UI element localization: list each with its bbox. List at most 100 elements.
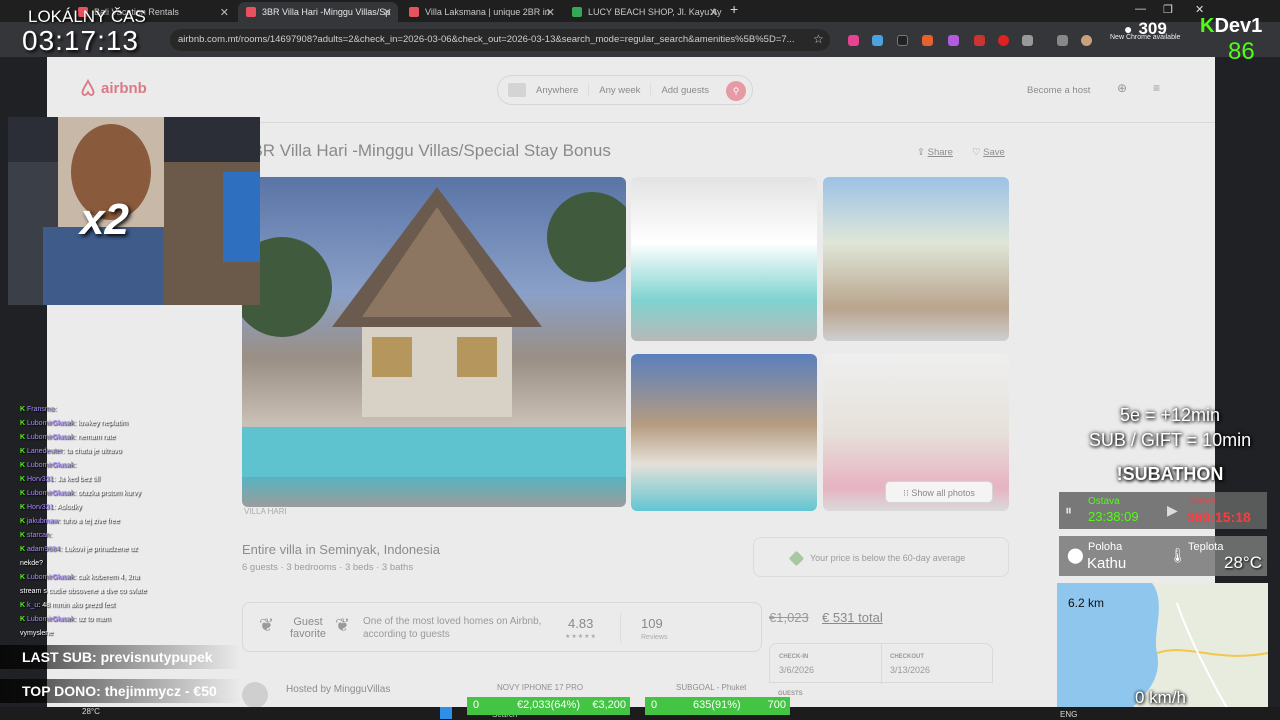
top-dono-name: thejimmycz - €50 (104, 683, 217, 699)
person-icon: ● (1124, 21, 1133, 37)
chat-text: Ja ked bez till (57, 476, 100, 483)
channel-number: 86 (1228, 38, 1255, 65)
chat-badge-icon: K (20, 420, 27, 427)
chat-username: Lanedeuter (27, 448, 63, 455)
tab-villa-laksmana[interactable]: Villa Laksmana | unique 2BR in ✕ (401, 2, 561, 22)
main-listing-photo[interactable] (242, 177, 626, 507)
listing-photo-jeep[interactable] (823, 177, 1009, 341)
search-anywhere[interactable]: Anywhere (526, 85, 588, 96)
extension-icon[interactable] (998, 35, 1009, 46)
hamburger-menu-icon[interactable]: ≡ (1153, 81, 1160, 95)
search-pill[interactable]: Anywhere Any week Add guests ⚲ (497, 75, 753, 105)
share-button[interactable]: ⇪ Share (917, 147, 953, 158)
show-all-photos-button[interactable]: ⁝⁝ Show all photos (885, 481, 993, 503)
dates-picker[interactable]: CHECK-IN 3/6/2026 CHECKOUT 3/13/2026 (769, 643, 993, 684)
subathon-rule-donation: 5e = +12min (1119, 405, 1221, 425)
chat-text: 48 mmin ako prezd fest (42, 602, 115, 609)
total-price[interactable]: € 531 total (822, 610, 883, 625)
goal1-label: NOVY IPHONE 17 PRO (497, 683, 584, 692)
close-tab-icon[interactable]: ✕ (546, 6, 555, 19)
tab-villa-hari[interactable]: 3BR Villa Hari -Minggu Villas/Sp ✕ (238, 2, 398, 22)
url-field[interactable]: airbnb.com.mt/rooms/14697908?adults=2&ch… (170, 29, 830, 51)
windows-start-icon[interactable] (440, 707, 452, 719)
viewer-count: ● 309 (1124, 19, 1167, 39)
goal2-label: SUBGOAL - Phuket (676, 683, 747, 692)
search-any-week[interactable]: Any week (589, 85, 650, 96)
taskbar-language[interactable]: ENG (1060, 710, 1077, 719)
checkout-value: 3/13/2026 (890, 665, 931, 675)
extension-icon[interactable] (974, 35, 985, 46)
globe-icon[interactable]: ⊕ (1117, 81, 1127, 95)
checkin-label: CHECK-IN (779, 654, 809, 660)
profile-avatar[interactable] (1081, 35, 1092, 46)
pause-icon: ⏸ (1065, 502, 1072, 518)
new-tab-button[interactable]: + (730, 1, 738, 17)
hosted-by: Hosted by MingguVillas (286, 684, 391, 695)
home-icon (508, 83, 526, 97)
chat-badge-icon: K (20, 574, 27, 581)
location-value: Kathu (1087, 555, 1127, 572)
listing-photo-villa-exterior[interactable] (631, 354, 817, 511)
elapsed-label: Ideme (1188, 496, 1216, 507)
top-donor-banner: TOP DONO: thejimmycz - €50 (0, 679, 240, 703)
chat-text: Aslodky (56, 504, 82, 511)
laurel-left-icon: ❦ (259, 615, 275, 635)
media-icon[interactable] (1057, 35, 1068, 46)
search-icon: ⚲ (732, 86, 740, 96)
heart-icon: ♡ (972, 147, 984, 158)
airbnb-logo[interactable]: airbnb (79, 79, 147, 97)
search-add-guests[interactable]: Add guests (651, 85, 719, 96)
chat-badge-icon: K (20, 476, 27, 483)
laurel-right-icon: ❦ (335, 615, 351, 635)
minimize-icon[interactable]: — (1135, 3, 1146, 15)
extension-icon[interactable] (897, 35, 908, 46)
villa-roof-illustration (242, 187, 626, 477)
close-tab-icon[interactable]: ✕ (709, 6, 718, 19)
taskbar-weather[interactable]: 28°C (82, 707, 100, 716)
goal1-target: €3,200 (592, 699, 626, 711)
search-button[interactable]: ⚲ (726, 81, 746, 101)
close-tab-icon[interactable]: ✕ (220, 6, 229, 19)
maximize-icon[interactable]: ❐ (1163, 3, 1173, 16)
listing-photo-pool-lounge[interactable] (631, 177, 817, 341)
chat-text: tuho a tej zive free (62, 518, 120, 525)
chat-message: nekde? (20, 557, 230, 571)
chat-message: K LubomirGlusak: uz to mam (20, 616, 111, 623)
close-tab-icon[interactable]: ✕ (383, 6, 392, 19)
become-host-link[interactable]: Become a host (1027, 85, 1090, 96)
tab-lucy-beach[interactable]: LUCY BEACH SHOP, Jl. Kayu Ay ✕ (564, 2, 724, 22)
show-all-photos-label: Show all photos (911, 488, 975, 498)
extensions-puzzle-icon[interactable] (1022, 35, 1033, 46)
chat-badge-icon: K (20, 406, 27, 413)
airbnb-header: airbnb Anywhere Any week Add guests ⚲ Be… (47, 57, 1215, 123)
reviews-count: 109 (641, 616, 663, 631)
extension-icon[interactable] (922, 35, 933, 46)
subathon-title: !SUBATHON (1116, 464, 1224, 484)
guest-favorite-card[interactable]: ❦ Guest favorite ❦ One of the most loved… (242, 602, 762, 652)
last-sub-label: LAST SUB: (22, 649, 97, 665)
host-avatar[interactable] (242, 682, 268, 707)
checkout-label: CHECKOUT (890, 654, 924, 660)
extension-icon[interactable] (848, 35, 859, 46)
viewer-count-value: 309 (1138, 19, 1167, 38)
tab-label: 3BR Villa Hari -Minggu Villas/Sp (262, 7, 391, 17)
sub-goal-bar: 0 635(91%) 700 (645, 697, 790, 715)
save-button[interactable]: ♡ Save (972, 147, 1005, 158)
speed-value: 0 km/h (1135, 688, 1187, 707)
channel-badge: KDev1 (1200, 15, 1262, 38)
chat-text: stream s cudie obsovene a dve co svlate (20, 588, 147, 595)
local-time-clock: 03:17:13 (22, 25, 139, 56)
last-sub-banner: LAST SUB: previsnutypupek (0, 645, 240, 669)
chat-username: starcan (27, 532, 50, 539)
chat-message: K LubomirGlusak: nemam rate (20, 434, 116, 441)
bookmark-star-icon[interactable]: ☆ (813, 32, 824, 46)
kick-logo-icon: K (1200, 15, 1215, 37)
subathon-rule-sub: SUB / GIFT = 10min (1088, 430, 1252, 450)
share-icon: ⇪ (917, 147, 928, 158)
chat-username: Fransmo (27, 406, 55, 413)
extension-icon[interactable] (948, 35, 959, 46)
chat-message: K k_u: 48 mmin ako prezd fest (20, 602, 115, 609)
chat-username: jakubmaw (27, 518, 59, 525)
remaining-value: 23:38:09 (1088, 509, 1139, 524)
extension-icon[interactable] (872, 35, 883, 46)
